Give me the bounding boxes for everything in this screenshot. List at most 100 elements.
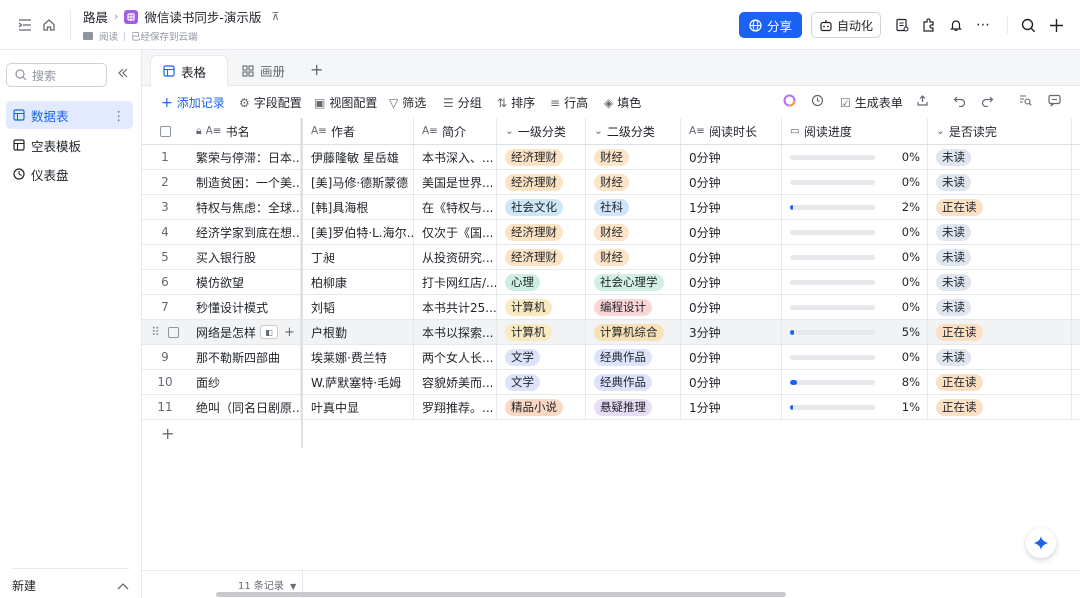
plus-icon[interactable] — [1049, 15, 1064, 35]
cell-status[interactable]: 未读 — [928, 145, 1072, 169]
cell-cat2[interactable]: 财经 — [586, 170, 681, 194]
cell-progress[interactable]: 0% — [782, 170, 928, 194]
column-header-finished[interactable]: ⌄ 是否读完 — [928, 118, 1072, 144]
row-number[interactable]: 1 — [142, 145, 188, 169]
cell-progress[interactable]: 0% — [782, 145, 928, 169]
table-row[interactable]: 6 模仿欲望 柏柳康 打卡网红店/... 心理 社会心理学 0分钟 0% 未读 h — [142, 270, 1080, 295]
cell-title[interactable]: 模仿欲望 — [188, 270, 301, 294]
cell-title[interactable]: 绝叫（同名日剧原... — [188, 395, 301, 419]
add-row-icon[interactable]: + — [161, 424, 174, 443]
generate-form-button[interactable]: ☑ 生成表单 — [840, 94, 903, 111]
cell-intro[interactable]: 两个女人长... — [414, 345, 497, 369]
cell-cat2[interactable]: 财经 — [586, 245, 681, 269]
row-number[interactable]: 7 — [142, 295, 188, 319]
cell-status[interactable]: 正在读 — [928, 195, 1072, 219]
cell-intro[interactable]: 从投资研究... — [414, 245, 497, 269]
cell-title[interactable]: 秒懂设计模式 — [188, 295, 301, 319]
cell-duration[interactable]: 1分钟 — [681, 395, 782, 419]
sort-button[interactable]: ⇅ 排序 — [497, 94, 535, 111]
plugin-icon[interactable] — [922, 15, 936, 35]
cell-duration[interactable]: 3分钟 — [681, 320, 782, 344]
fill-color-button[interactable]: ◈ 填色 — [604, 94, 641, 111]
cell-duration[interactable]: 0分钟 — [681, 270, 782, 294]
document-title[interactable]: 微信读书同步-演示版 — [144, 7, 261, 26]
group-button[interactable]: ☰ 分组 — [443, 94, 482, 111]
column-header-category2[interactable]: ⌄ 二级分类 — [586, 118, 681, 144]
select-all-checkbox[interactable] — [142, 118, 188, 144]
search-input[interactable]: 搜索 — [6, 63, 107, 87]
table-row[interactable]: 7 秒懂设计模式 刘韬 本书共计25... 计算机 编程设计 0分钟 0% 未读 h — [142, 295, 1080, 320]
cell-title[interactable]: 制造贫困：一个美... — [188, 170, 301, 194]
ai-assistant-button[interactable] — [1026, 528, 1056, 558]
bell-icon[interactable] — [949, 15, 963, 35]
cell-status[interactable]: 未读 — [928, 220, 1072, 244]
cell-link[interactable]: h — [1072, 245, 1080, 269]
home-icon[interactable] — [39, 15, 59, 35]
row-number[interactable]: 10 — [142, 370, 188, 394]
cell-link[interactable]: h — [1072, 320, 1080, 344]
table-row[interactable]: 4 经济学家到底在想... [美]罗伯特·L.海尔... 仅次于《国... 经济理财 财经… — [142, 220, 1080, 245]
cell-cat1[interactable]: 计算机 — [497, 320, 586, 344]
cell-title[interactable]: 繁荣与停滞：日本... — [188, 145, 301, 169]
breadcrumb-parent[interactable]: 路晨 — [83, 7, 108, 26]
cell-cat2[interactable]: 编程设计 — [586, 295, 681, 319]
cell-title[interactable]: 买入银行股 — [188, 245, 301, 269]
cell-link[interactable]: h — [1072, 220, 1080, 244]
undo-icon[interactable] — [953, 94, 966, 107]
drag-handle-icon[interactable]: ⠿ — [151, 325, 160, 339]
record-count[interactable]: 11 条记录 ▼ — [238, 577, 296, 592]
add-view-icon[interactable]: + — [310, 60, 323, 79]
row-number[interactable]: 9 — [142, 345, 188, 369]
cell-author[interactable]: [美]马修·德斯蒙德 — [303, 170, 414, 194]
table-row[interactable]: 5 买入银行股 丁昶 从投资研究... 经济理财 财经 0分钟 0% 未读 h — [142, 245, 1080, 270]
cell-duration[interactable]: 0分钟 — [681, 295, 782, 319]
cell-link[interactable]: h — [1072, 145, 1080, 169]
cell-progress[interactable]: 0% — [782, 345, 928, 369]
automation-button[interactable]: 自动化 — [811, 12, 881, 38]
ai-icon[interactable] — [783, 94, 796, 107]
row-height-button[interactable]: ≡ 行高 — [550, 94, 588, 111]
cell-intro[interactable]: 容貌娇美而... — [414, 370, 497, 394]
tab-gallery-view[interactable]: 画册 — [230, 55, 297, 86]
cell-intro[interactable]: 美国是世界... — [414, 170, 497, 194]
cell-duration[interactable]: 0分钟 — [681, 245, 782, 269]
cell-author[interactable]: 柏柳康 — [303, 270, 414, 294]
cell-duration[interactable]: 0分钟 — [681, 345, 782, 369]
cell-cat1[interactable]: 社会文化 — [497, 195, 586, 219]
cell-cat2[interactable]: 计算机综合 — [586, 320, 681, 344]
history-icon[interactable] — [811, 94, 824, 107]
row-number[interactable]: 4 — [142, 220, 188, 244]
cell-status[interactable]: 正在读 — [928, 395, 1072, 419]
sidebar-item-template[interactable]: 空表模板 — [6, 131, 133, 159]
row-number[interactable]: ⠿ — [142, 320, 188, 344]
doc-info-icon[interactable] — [895, 15, 909, 35]
cell-status[interactable]: 正在读 — [928, 370, 1072, 394]
cell-progress[interactable]: 0% — [782, 295, 928, 319]
row-number[interactable]: 3 — [142, 195, 188, 219]
table-row[interactable]: 11 绝叫（同名日剧原... 叶真中显 罗翔推荐。... 精品小说 悬疑推理 1分钟 1% 正在… — [142, 395, 1080, 420]
sidebar-item-datatable[interactable]: 数据表 ⋮ — [6, 101, 133, 129]
column-header-link[interactable]: 🔗︎ — [1072, 118, 1080, 144]
cell-progress[interactable]: 0% — [782, 245, 928, 269]
cell-link[interactable]: h — [1072, 295, 1080, 319]
row-number[interactable]: 5 — [142, 245, 188, 269]
cell-cat2[interactable]: 经典作品 — [586, 370, 681, 394]
view-config-button[interactable]: ▣ 视图配置 — [314, 94, 377, 111]
cell-cat1[interactable]: 经济理财 — [497, 170, 586, 194]
add-record-button[interactable]: + 添加记录 — [161, 94, 225, 111]
cell-cat2[interactable]: 经典作品 — [586, 345, 681, 369]
cell-duration[interactable]: 0分钟 — [681, 170, 782, 194]
freeze-divider[interactable] — [301, 118, 303, 448]
cell-link[interactable]: h — [1072, 395, 1080, 419]
cell-author[interactable]: 埃莱娜·费兰特 — [303, 345, 414, 369]
cell-intro[interactable]: 本书共计25... — [414, 295, 497, 319]
expand-sidebar-icon[interactable] — [15, 15, 35, 35]
cell-link[interactable]: h — [1072, 170, 1080, 194]
folder-name[interactable]: 阅读 — [99, 29, 118, 43]
redo-icon[interactable] — [981, 94, 994, 107]
table-row[interactable]: 10 面纱 W.萨默塞特·毛姆 容貌娇美而... 文学 经典作品 0分钟 8% 正在读 h — [142, 370, 1080, 395]
filter-button[interactable]: ▽ 筛选 — [389, 94, 426, 111]
cell-title[interactable]: 面纱 — [188, 370, 301, 394]
cell-progress[interactable]: 0% — [782, 220, 928, 244]
cell-author[interactable]: 户根勤 — [303, 320, 414, 344]
